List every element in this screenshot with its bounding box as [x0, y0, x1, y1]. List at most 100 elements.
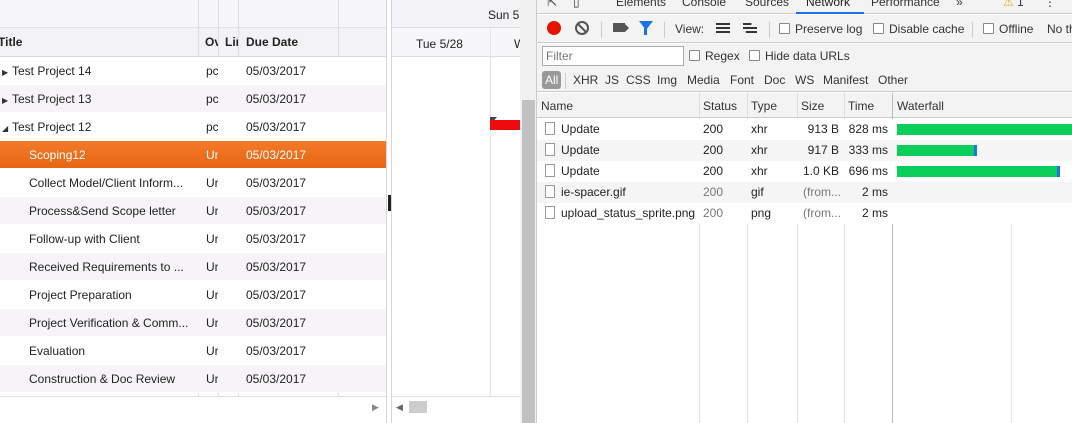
type-filter-js[interactable]: JS: [605, 73, 619, 87]
inspect-cursor-icon[interactable]: ⇱: [547, 0, 557, 9]
task-row[interactable]: ▶ Test Project 13 pc 05/03/2017: [0, 85, 386, 113]
device-toggle-icon[interactable]: ▯: [573, 0, 580, 9]
toolbar-divider: [601, 22, 602, 38]
expand-arrow-icon[interactable]: ▶: [2, 59, 12, 85]
tab-performance[interactable]: Performance: [871, 0, 940, 9]
task-row[interactable]: ▶ Test Project 14 pc 05/03/2017: [0, 57, 386, 85]
disable-cache-checkbox[interactable]: Disable cache: [873, 22, 964, 36]
throttling-select[interactable]: No th: [1047, 22, 1072, 36]
type-filter-css[interactable]: CSS: [626, 73, 651, 87]
type-filter-xhr[interactable]: XHR: [573, 73, 598, 87]
network-request-row[interactable]: Update 200 xhr 917 B 333 ms: [537, 140, 1072, 161]
column-header-status[interactable]: Status: [703, 99, 737, 113]
task-due-date: 05/03/2017: [246, 260, 307, 274]
task-due-date: 05/03/2017: [246, 372, 307, 386]
tab-network[interactable]: Network: [806, 0, 850, 9]
timeline-day-divider: [490, 28, 491, 396]
tab-elements[interactable]: Elements: [616, 0, 666, 9]
task-row[interactable]: ◢ Test Project 12 pc 05/03/2017: [0, 113, 386, 141]
network-request-row[interactable]: ie-spacer.gif 200 gif (from... 2 ms: [537, 182, 1072, 203]
column-header-type[interactable]: Type: [751, 99, 777, 113]
type-filter-img[interactable]: Img: [657, 73, 677, 87]
column-header-due-date[interactable]: Due Date: [246, 28, 336, 57]
task-title: Received Requirements to ...: [0, 253, 196, 281]
task-bar[interactable]: [490, 120, 520, 130]
waterfall-download-segment: [974, 145, 977, 156]
request-size: (from...: [803, 206, 841, 220]
file-icon: [545, 164, 555, 177]
request-name: upload_status_sprite.png: [561, 206, 696, 220]
timeline-day-label: Tue 5/28: [416, 37, 463, 51]
timeline-scroll-thumb[interactable]: [409, 401, 427, 413]
column-header-size[interactable]: Size: [801, 99, 824, 113]
splitter-grip-icon[interactable]: [388, 195, 391, 211]
task-title-text: Project Preparation: [29, 288, 132, 302]
task-row[interactable]: Evaluation Ur 05/03/2017: [0, 337, 386, 365]
request-type: png: [751, 206, 772, 220]
clear-icon[interactable]: [575, 21, 589, 35]
expand-arrow-icon[interactable]: ▶: [2, 87, 12, 113]
task-row[interactable]: Process&Send Scope letter Ur 05/03/2017: [0, 197, 386, 225]
type-filter-doc[interactable]: Doc: [764, 73, 785, 87]
filter-input[interactable]: [542, 46, 684, 66]
request-name: Update: [561, 122, 600, 136]
tab-console[interactable]: Console: [682, 0, 726, 9]
type-filter-font[interactable]: Font: [730, 73, 754, 87]
record-icon[interactable]: [547, 21, 561, 35]
regex-checkbox[interactable]: Regex: [689, 49, 740, 63]
offline-checkbox[interactable]: Offline: [983, 22, 1033, 36]
task-row[interactable]: Construction & Doc Review Ur 05/03/2017: [0, 365, 386, 393]
overview-icon[interactable]: [743, 23, 757, 33]
hide-data-urls-checkbox[interactable]: Hide data URLs: [749, 49, 850, 63]
network-request-row[interactable]: Update 200 xhr 913 B 828 ms: [537, 119, 1072, 140]
column-header-name[interactable]: Name: [541, 99, 573, 113]
task-due-date: 05/03/2017: [246, 92, 307, 106]
waterfall-bar[interactable]: [897, 145, 974, 156]
column-header-owner[interactable]: Ov: [205, 28, 218, 57]
screenshot-camera-icon[interactable]: [613, 23, 629, 32]
scroll-left-arrow-icon[interactable]: ◀: [396, 402, 403, 413]
grid-horizontal-scrollbar[interactable]: ▶: [0, 396, 386, 423]
task-row[interactable]: Project Preparation Ur 05/03/2017: [0, 281, 386, 309]
large-rows-icon[interactable]: [716, 23, 730, 33]
app-vertical-scrollbar[interactable]: [520, 0, 536, 423]
request-size: 913 B: [807, 122, 839, 136]
timeline-horizontal-scrollbar[interactable]: ◀: [392, 396, 520, 423]
task-due-date: 05/03/2017: [246, 148, 307, 162]
task-grid: Title Ov Lir Due Date ▶Test Project 14pc…: [0, 0, 386, 423]
task-row[interactable]: Project Verification & Comm... Ur 05/03/20…: [0, 309, 386, 337]
preserve-log-checkbox[interactable]: Preserve log: [779, 22, 862, 36]
tabs-overflow-button[interactable]: »: [956, 0, 963, 9]
more-options-icon[interactable]: ⋮: [1044, 0, 1056, 9]
filter-funnel-icon[interactable]: [639, 21, 653, 35]
waterfall-bar[interactable]: [897, 124, 1072, 135]
column-header-title[interactable]: Title: [0, 28, 188, 57]
task-title-text: Scoping12: [29, 148, 86, 162]
waterfall-bar[interactable]: [897, 166, 1057, 177]
task-row[interactable]: Collect Model/Client Inform... Ur 05/03/20…: [0, 169, 386, 197]
file-icon: [545, 143, 555, 156]
scroll-right-arrow-icon[interactable]: ▶: [372, 402, 379, 413]
network-request-row[interactable]: Update 200 xhr 1.0 KB 696 ms: [537, 161, 1072, 182]
type-filter-manifest[interactable]: Manifest: [823, 73, 868, 87]
task-title: Collect Model/Client Inform...: [0, 169, 196, 197]
type-filter-all[interactable]: All: [542, 71, 562, 89]
warning-icon[interactable]: ⚠: [1003, 0, 1014, 9]
collapse-arrow-icon[interactable]: ◢: [2, 115, 12, 141]
type-filter-ws[interactable]: WS: [795, 73, 814, 87]
request-time: 696 ms: [848, 164, 888, 178]
column-header-time[interactable]: Time: [848, 99, 874, 113]
column-header-link[interactable]: Lir: [225, 28, 238, 57]
request-size: 1.0 KB: [802, 164, 839, 178]
app-scroll-thumb[interactable]: [522, 100, 535, 423]
task-row[interactable]: Scoping12 Ur 05/03/2017: [0, 141, 386, 169]
tab-sources[interactable]: Sources: [745, 0, 789, 9]
network-request-row[interactable]: upload_status_sprite.png 200 png (from... 2 …: [537, 203, 1072, 224]
task-row[interactable]: Follow-up with Client Ur 05/03/2017: [0, 225, 386, 253]
request-status: 200: [703, 164, 724, 178]
column-header-waterfall[interactable]: Waterfall: [897, 99, 944, 113]
warning-count: 1: [1017, 0, 1024, 9]
type-filter-media[interactable]: Media: [687, 73, 720, 87]
task-row[interactable]: Received Requirements to ... Ur 05/03/2017: [0, 253, 386, 281]
type-filter-other[interactable]: Other: [878, 73, 908, 87]
